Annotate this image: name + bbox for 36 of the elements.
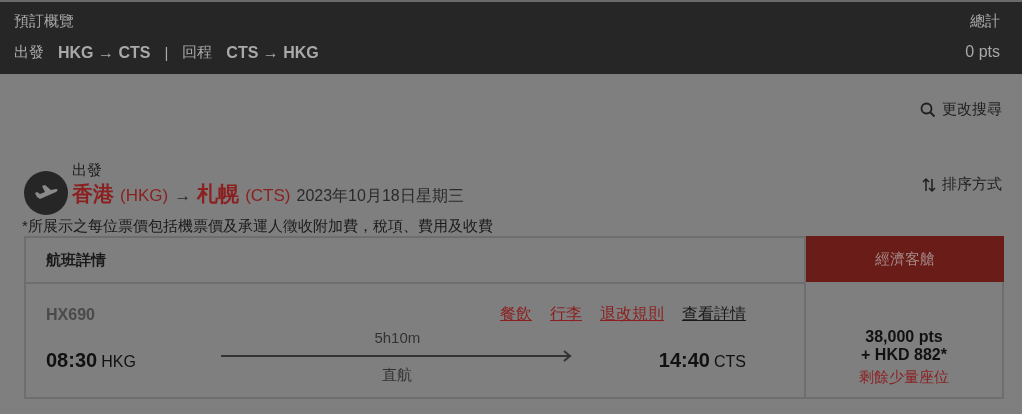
departure-time: 08:30 bbox=[46, 348, 98, 371]
return-label: 回程 bbox=[182, 43, 213, 62]
cabin-heading[interactable]: 經濟客艙 bbox=[806, 236, 1004, 282]
sort-button[interactable]: 排序方式 bbox=[922, 175, 1002, 194]
destination-city: 札幌 bbox=[197, 181, 240, 207]
details-heading: 航班詳情 bbox=[26, 238, 806, 284]
flight-date: 2023年10月18日星期三 bbox=[296, 186, 464, 206]
info-link[interactable]: 行李 bbox=[550, 304, 582, 325]
modify-search-link[interactable]: 更改搜尋 bbox=[920, 100, 1002, 119]
plane-icon bbox=[24, 171, 68, 215]
return-route: CTS → HKG bbox=[226, 43, 319, 62]
outbound-label: 出發 bbox=[14, 43, 44, 62]
destination-code: (CTS) bbox=[245, 186, 291, 206]
fare-note: *所展示之每位票價包括機票價及承運人徵收附加費，稅項、費用及收費 bbox=[22, 217, 494, 236]
origin-city: 香港 bbox=[72, 181, 114, 207]
stops-label: 直航 bbox=[382, 366, 413, 385]
arrival-time: 14:40 bbox=[658, 348, 710, 371]
price-points: 38,000 pts bbox=[865, 328, 943, 346]
info-link[interactable]: 退改規則 bbox=[600, 304, 664, 325]
departure-airport: HKG bbox=[101, 352, 136, 370]
origin-code: (HKG) bbox=[120, 186, 169, 206]
outbound-route: HKG → CTS bbox=[58, 43, 151, 62]
price-cash: + HKD 882* bbox=[861, 346, 947, 364]
seat-availability: 剩餘少量座位 bbox=[859, 368, 949, 387]
route-arrow: → bbox=[174, 186, 192, 206]
sort-icon bbox=[922, 176, 936, 193]
duration: 5h10m bbox=[374, 329, 421, 346]
total-value: 0 pts bbox=[965, 43, 1000, 61]
separator: | bbox=[164, 44, 169, 61]
summary-title: 預訂概覽 bbox=[14, 12, 74, 31]
info-link[interactable]: 餐飲 bbox=[500, 304, 532, 325]
total-label: 總計 bbox=[970, 12, 1000, 31]
search-icon bbox=[920, 101, 936, 118]
details-link[interactable]: 查看詳情 bbox=[682, 304, 746, 325]
direction-label: 出發 bbox=[72, 161, 103, 180]
arrival-airport: CTS bbox=[714, 352, 746, 370]
